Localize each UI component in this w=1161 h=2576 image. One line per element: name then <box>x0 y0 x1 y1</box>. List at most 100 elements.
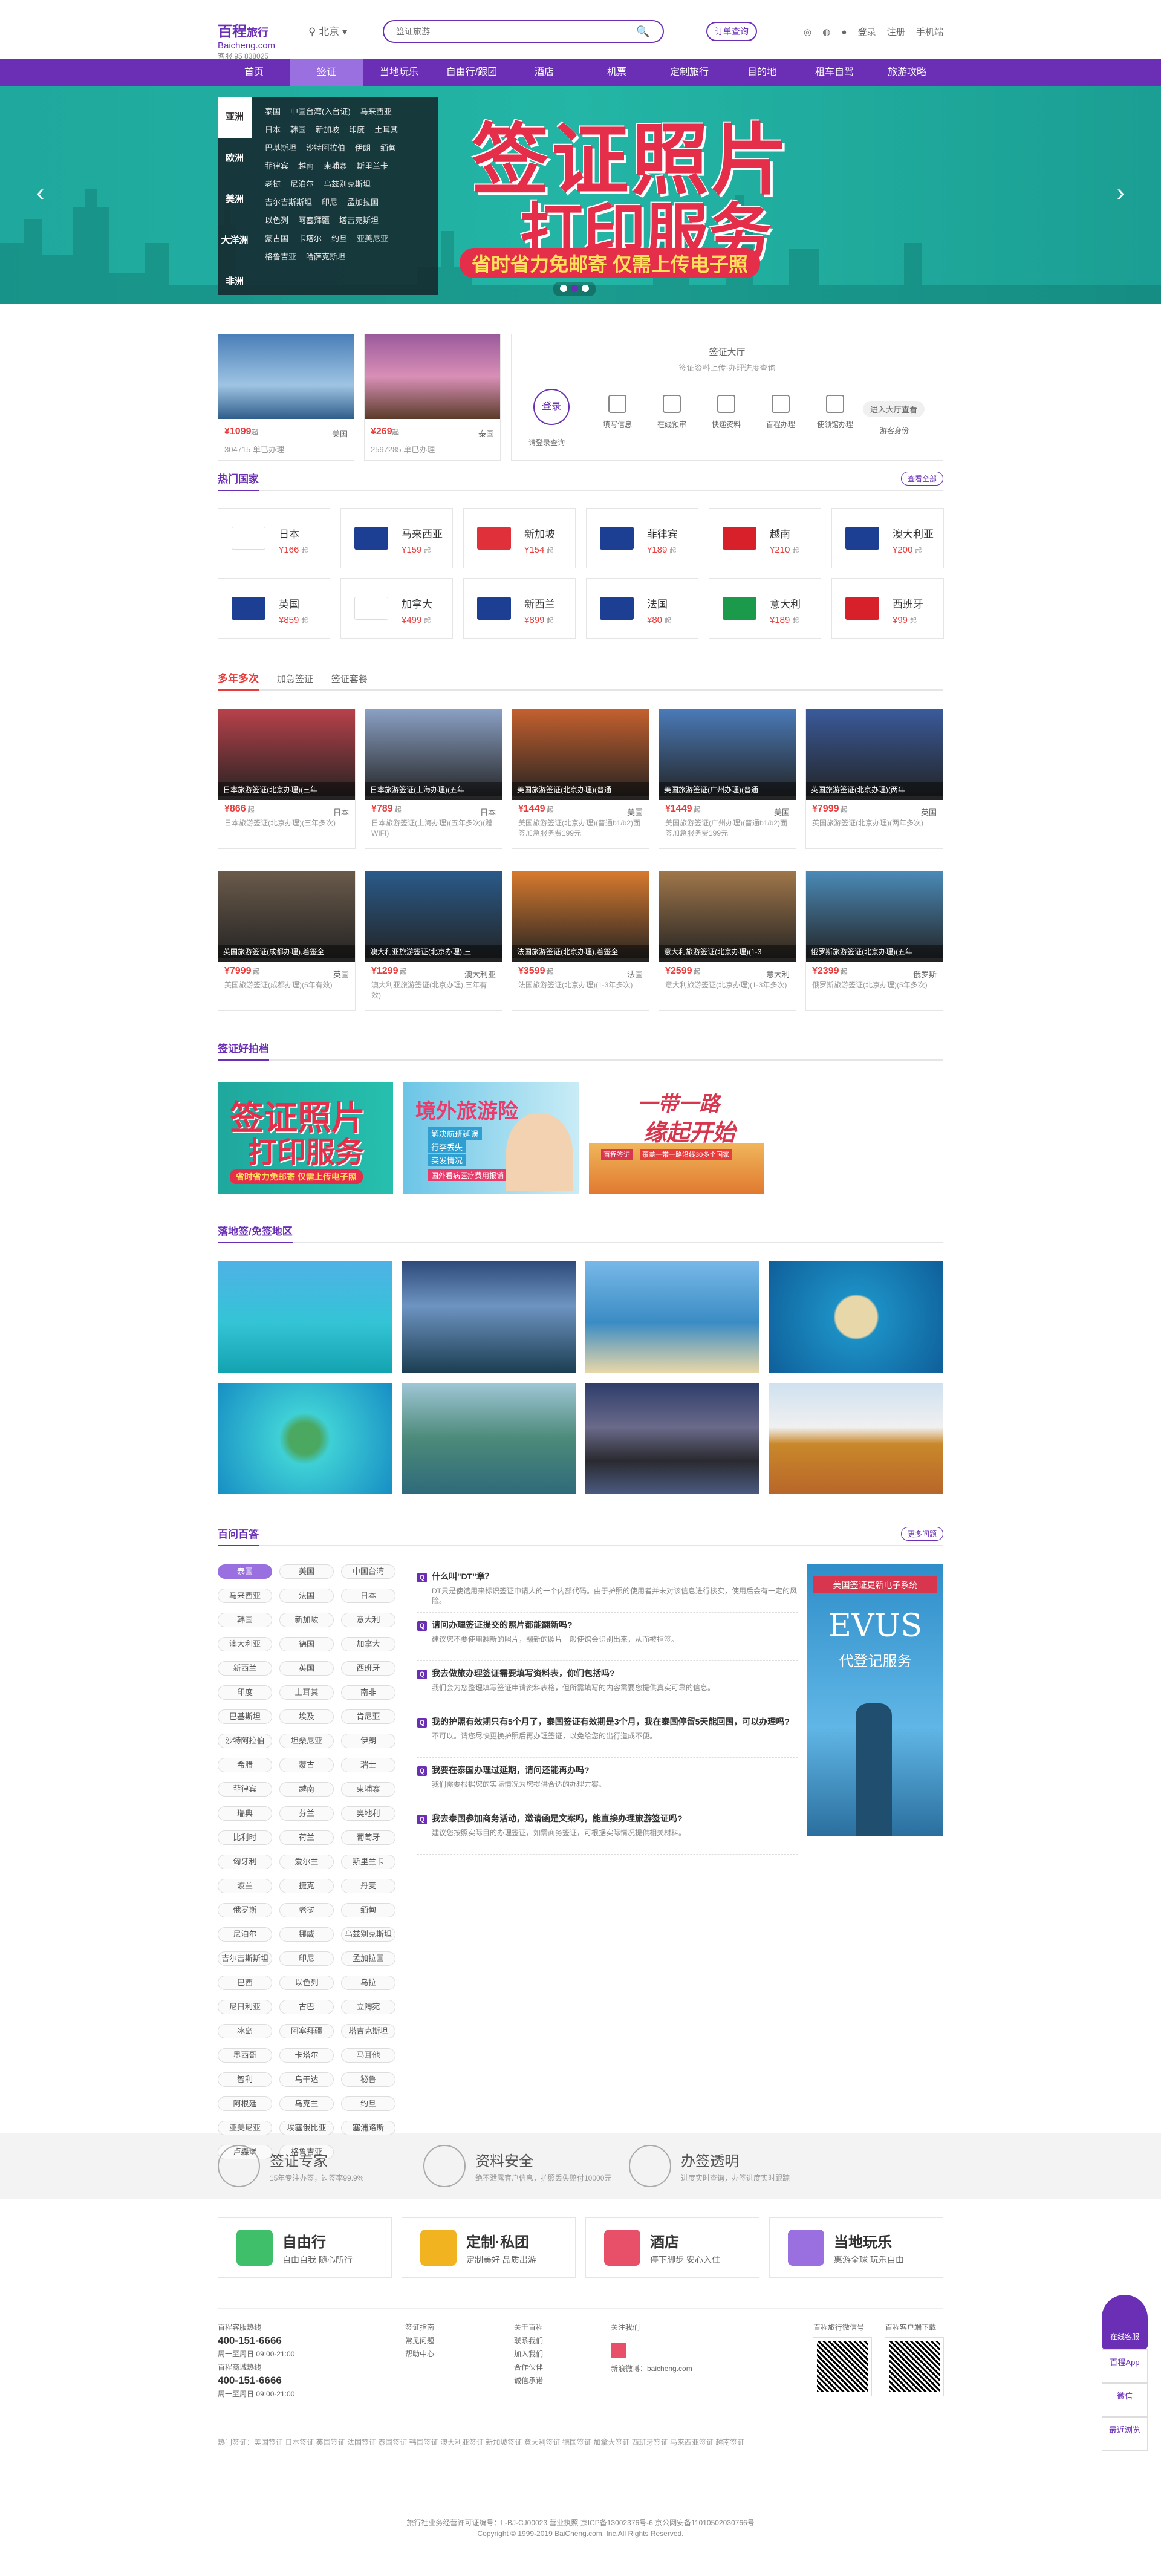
qa-question[interactable]: 请问办理签证提交的照片都能翻新吗? <box>417 1619 798 1631</box>
region-tab[interactable]: 非洲 <box>218 261 252 302</box>
qa-question[interactable]: 什么叫"DT"章？ <box>417 1570 798 1582</box>
country-card[interactable]: 越南 ¥210 起 <box>709 508 821 568</box>
qa-country-tag[interactable]: 波兰 <box>218 1879 272 1893</box>
thai-temple-image[interactable] <box>769 1383 943 1494</box>
menu-country-link[interactable]: 巴基斯坦 <box>265 143 296 152</box>
nav-item[interactable]: 自由行/跟团 <box>435 59 508 86</box>
country-card[interactable]: 新加坡 ¥154 起 <box>463 508 576 568</box>
qa-country-tag[interactable]: 蒙古 <box>279 1758 334 1772</box>
qa-country-tag[interactable]: 意大利 <box>341 1613 395 1627</box>
nav-item[interactable]: 签证 <box>290 59 363 86</box>
qa-country-tag[interactable]: 新西兰 <box>218 1661 272 1676</box>
country-card[interactable]: 加拿大 ¥499 起 <box>340 578 453 639</box>
qa-country-tag[interactable]: 中国台湾 <box>341 1564 395 1579</box>
menu-country-link[interactable]: 印尼 <box>322 198 337 207</box>
qa-country-tag[interactable]: 塔吉克斯坦 <box>341 2024 395 2038</box>
qa-country-tag[interactable]: 冰岛 <box>218 2024 272 2038</box>
customer-service-button[interactable]: 在线客服 <box>1102 2295 1148 2349</box>
menu-country-link[interactable]: 伊朗 <box>355 143 371 152</box>
carousel-dot[interactable] <box>571 285 578 292</box>
qa-country-tag[interactable]: 孟加拉国 <box>341 1951 395 1966</box>
qa-country-tag[interactable]: 伊朗 <box>341 1734 395 1748</box>
product-card[interactable]: 法国旅游签证(北京办理),着签全 ¥3599 起 法国 法国旅游签证(北京办理)(1-3… <box>512 871 649 1011</box>
qa-country-tag[interactable]: 卡塔尔 <box>279 2048 334 2063</box>
qa-country-tag[interactable]: 乌拉 <box>341 1976 395 1990</box>
qa-question[interactable]: 我的护照有效期只有5个月了，泰国签证有效期是3个月，我在泰国停留5天能回国，可以… <box>417 1716 798 1728</box>
product-card[interactable]: 意大利旅游签证(北京办理)(1-3 ¥2599 起 意大利 意大利旅游签证(北京办理)(… <box>659 871 796 1011</box>
city-selector[interactable]: ⚲ 北京 ▾ <box>308 23 347 38</box>
qa-country-tag[interactable]: 爱尔兰 <box>279 1855 334 1869</box>
region-tab[interactable]: 美洲 <box>218 179 252 220</box>
qa-item[interactable]: 我去做旅办理签证需要填写资料表，你们包括吗? 我们会为您整理填写签证申请资料表格，… <box>417 1667 798 1709</box>
nav-item[interactable]: 目的地 <box>726 59 798 86</box>
hero-banner[interactable]: 亚洲 欧洲 美洲 大洋洲 非洲 泰国 中国台湾(入台证) 马来西亚 日本 韩国 新加坡 印度 土耳其巴… <box>0 86 1161 304</box>
qa-country-tag[interactable]: 丹麦 <box>341 1879 395 1893</box>
menu-country-link[interactable]: 蒙古国 <box>265 234 288 243</box>
resort-pool-image[interactable] <box>402 1261 576 1373</box>
country-card[interactable]: 日本 ¥166 起 <box>218 508 330 568</box>
qa-country-tag[interactable]: 乌克兰 <box>279 2096 334 2111</box>
qa-country-tag[interactable]: 斯里兰卡 <box>341 1855 395 1869</box>
region-tab[interactable]: 大洋洲 <box>218 220 252 261</box>
menu-country-link[interactable]: 乌兹别克斯坦 <box>324 180 371 189</box>
product-card[interactable]: 日本旅游签证(北京办理)(三年 ¥866 起 日本 日本旅游签证(北京办理)(三年多次) <box>218 709 356 849</box>
qa-country-tag[interactable]: 澳大利亚 <box>218 1637 272 1651</box>
qa-country-tag[interactable]: 沙特阿拉伯 <box>218 1734 272 1748</box>
menu-country-link[interactable]: 约旦 <box>331 234 347 243</box>
menu-country-link[interactable]: 土耳其 <box>374 125 398 134</box>
qa-item[interactable]: 我要在泰国办理过延期，请问还能再办吗? 我们需要根据您的实际情况为您提供合适的办理… <box>417 1764 798 1806</box>
qa-country-tag[interactable]: 英国 <box>279 1661 334 1676</box>
service-local[interactable]: 当地玩乐 惠游全球 玩乐自由 <box>769 2217 943 2278</box>
menu-country-link[interactable]: 越南 <box>298 161 314 171</box>
menu-country-link[interactable]: 菲律宾 <box>265 161 288 171</box>
login-link[interactable]: 登录 <box>858 27 876 37</box>
carousel-dots[interactable] <box>553 282 596 296</box>
register-link[interactable]: 注册 <box>887 27 905 37</box>
country-card[interactable]: 马来西亚 ¥159 起 <box>340 508 453 568</box>
qa-country-tag[interactable]: 老挝 <box>279 1903 334 1917</box>
footer-link[interactable]: 合作伙伴 <box>514 2361 543 2374</box>
mobile-link[interactable]: 手机端 <box>916 27 943 37</box>
weibo-icon[interactable]: ◎ <box>804 27 811 37</box>
menu-country-link[interactable]: 马来西亚 <box>360 107 392 116</box>
qa-item[interactable]: 我的护照有效期只有5个月了，泰国签证有效期是3个月，我在泰国停留5天能回国，可以… <box>417 1716 798 1758</box>
qa-country-tag[interactable]: 加拿大 <box>341 1637 395 1651</box>
maldives-image[interactable] <box>218 1261 392 1373</box>
qa-country-tag[interactable]: 韩国 <box>218 1613 272 1627</box>
more-questions-button[interactable]: 更多问题 <box>900 1527 943 1541</box>
service-independent[interactable]: 自由行 自由自我 随心所行 <box>218 2217 392 2278</box>
qa-country-tag[interactable]: 美国 <box>279 1564 334 1579</box>
qa-country-tag[interactable]: 芬兰 <box>279 1806 334 1821</box>
menu-country-link[interactable]: 泰国 <box>265 107 281 116</box>
nav-item[interactable]: 定制旅行 <box>653 59 726 86</box>
menu-country-link[interactable]: 格鲁吉亚 <box>265 252 296 261</box>
history-button[interactable]: 最近浏览 <box>1102 2417 1148 2451</box>
qa-country-tag[interactable]: 乌兹别克斯坦 <box>341 1927 395 1942</box>
angkor-wat-image[interactable] <box>585 1383 759 1494</box>
qa-country-tag[interactable]: 新加坡 <box>279 1613 334 1627</box>
qa-country-tag[interactable]: 捷克 <box>279 1879 334 1893</box>
country-card[interactable]: 意大利 ¥189 起 <box>709 578 821 639</box>
menu-country-link[interactable]: 日本 <box>265 125 281 134</box>
qa-country-tag[interactable]: 匈牙利 <box>218 1855 272 1869</box>
wechat-icon[interactable]: ◍ <box>822 27 830 37</box>
menu-country-link[interactable]: 卡塔尔 <box>298 234 322 243</box>
menu-country-link[interactable]: 柬埔寨 <box>324 161 347 171</box>
region-tab[interactable]: 亚洲 <box>218 97 252 138</box>
nav-item[interactable]: 租车自驾 <box>798 59 871 86</box>
nav-item[interactable]: 酒店 <box>508 59 580 86</box>
qa-country-tag[interactable]: 尼泊尔 <box>218 1927 272 1942</box>
footer-link[interactable]: 关于百程 <box>514 2321 543 2334</box>
nav-item[interactable]: 首页 <box>218 59 290 86</box>
menu-country-link[interactable]: 塔吉克斯坦 <box>339 216 379 225</box>
logo[interactable]: 百程旅行 Baicheng.com 客服 95 838025 <box>218 19 284 61</box>
menu-country-link[interactable]: 孟加拉国 <box>347 198 379 207</box>
product-card[interactable]: 美国旅游签证(北京办理)(普通 ¥1449 起 美国 美国旅游签证(北京办理)(普通b1… <box>512 709 649 849</box>
beach-palm-image[interactable] <box>585 1261 759 1373</box>
chevron-left-icon[interactable]: ‹ <box>36 180 44 207</box>
qa-country-tag[interactable]: 葡萄牙 <box>341 1830 395 1845</box>
weibo-link[interactable]: 新浪微博：baicheng.com <box>611 2362 692 2375</box>
qa-country-tag[interactable]: 以色列 <box>279 1976 334 1990</box>
country-card[interactable]: 英国 ¥859 起 <box>218 578 330 639</box>
qa-country-tag[interactable]: 肯尼亚 <box>341 1709 395 1724</box>
